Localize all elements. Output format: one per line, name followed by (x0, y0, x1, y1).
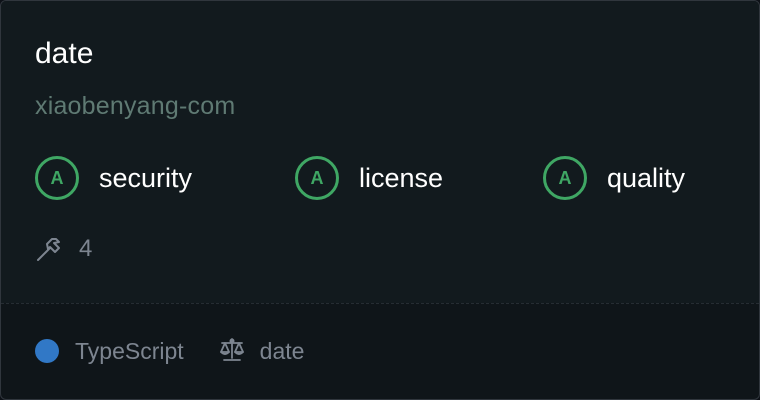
score-security[interactable]: A security (35, 154, 192, 202)
score-label: license (359, 163, 444, 193)
license-name: date (259, 337, 305, 364)
score-license[interactable]: A license (295, 154, 443, 202)
language-color-dot (35, 339, 59, 363)
divider (1, 303, 759, 304)
repo-owner[interactable]: xiaobenyang-com (35, 90, 235, 122)
language-name: TypeScript (75, 337, 184, 364)
hammer-icon (35, 235, 63, 263)
scale-icon (218, 336, 246, 367)
score-label: quality (607, 163, 686, 193)
card-footer: TypeScript date (35, 335, 304, 367)
score-quality[interactable]: A quality (543, 154, 685, 202)
card-header-area (1, 1, 759, 303)
builds-count: 4 (79, 235, 93, 262)
repo-name[interactable]: date (35, 35, 93, 73)
grade-badge: A (543, 156, 587, 200)
grade-badge: A (295, 156, 339, 200)
repo-card[interactable]: date xiaobenyang-com A security A licens… (0, 0, 760, 400)
builds-stat: 4 (35, 231, 92, 267)
score-label: security (99, 163, 193, 193)
grade-badge: A (35, 156, 79, 200)
